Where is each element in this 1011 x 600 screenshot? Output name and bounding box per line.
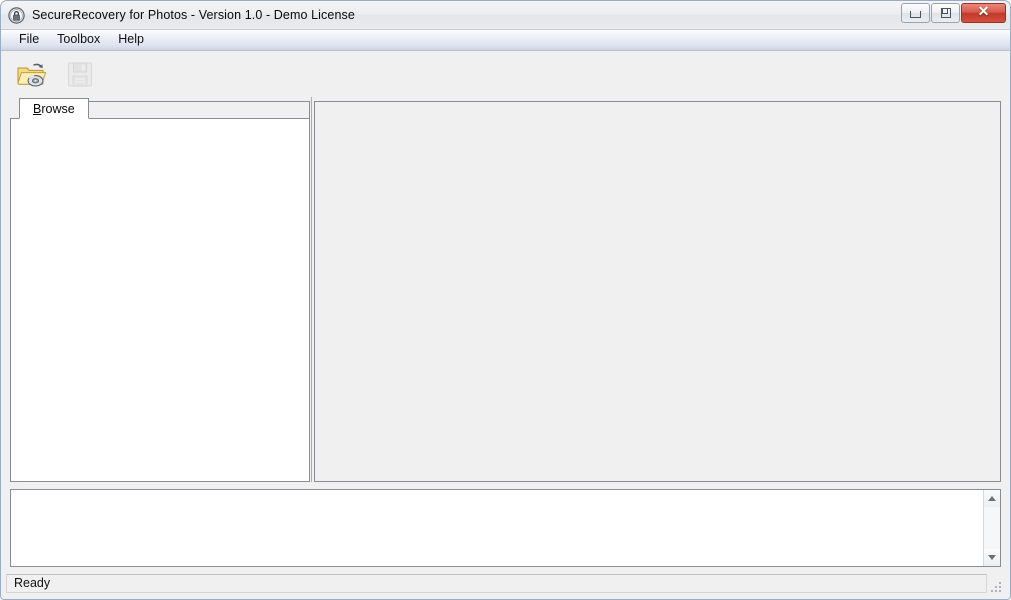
restore-button[interactable] [931,3,960,23]
tab-browse-label: rowse [41,101,75,116]
pane-splitter[interactable] [310,97,314,482]
status-text: Ready [6,573,987,593]
save-button [61,56,99,92]
save-floppy-icon [67,61,93,87]
status-bar: Ready [6,571,1005,595]
log-scrollbar-track[interactable] [984,507,1000,549]
title-bar[interactable]: SecureRecovery for Photos - Version 1.0 … [1,1,1010,30]
close-button[interactable]: ✕ [961,3,1006,23]
main-content-area: Browse [10,97,1001,482]
window-title: SecureRecovery for Photos - Version 1.0 … [32,8,355,22]
minimize-button[interactable] [901,3,930,23]
open-drive-button[interactable] [13,56,51,92]
menu-item-toolbox[interactable]: Toolbox [48,31,109,49]
resize-grip-icon[interactable] [989,580,1003,594]
open-folder-drive-icon [17,63,47,87]
tab-browse[interactable]: Browse [19,98,89,119]
log-scrollbar[interactable] [983,490,1000,566]
application-window: SecureRecovery for Photos - Version 1.0 … [0,0,1011,600]
tab-browse-accel: B [33,101,42,116]
tab-strip-filler [87,101,310,119]
tab-strip: Browse [10,97,310,119]
window-controls: ✕ [900,3,1006,23]
scroll-up-arrow-icon[interactable] [984,490,1000,507]
menu-bar: File Toolbox Help [1,30,1010,51]
log-text[interactable] [11,490,983,566]
left-pane: Browse [10,97,310,482]
scroll-down-arrow-icon[interactable] [984,549,1000,566]
log-panel [10,489,1001,567]
padlock-icon [8,6,25,24]
close-icon: ✕ [977,5,990,20]
browse-file-list[interactable] [10,119,310,482]
menu-item-file[interactable]: File [10,31,48,49]
preview-pane[interactable] [314,101,1001,482]
toolbar [1,51,1010,97]
menu-item-help[interactable]: Help [109,31,153,49]
